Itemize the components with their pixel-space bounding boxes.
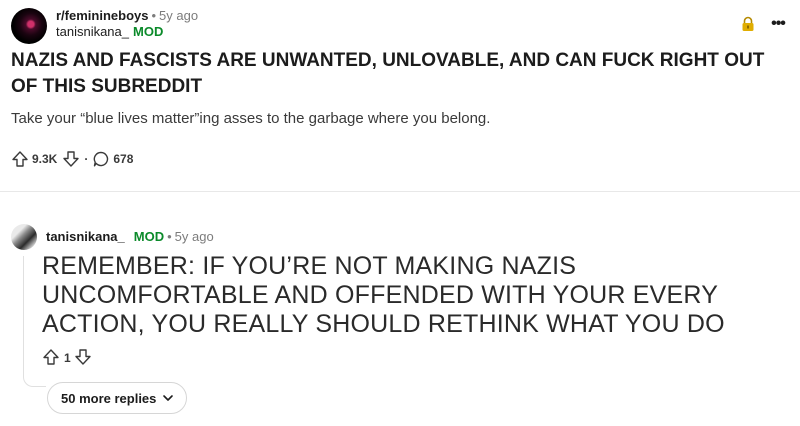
downvote-icon[interactable] [62,150,80,168]
thread-connector [23,370,46,387]
comment: tanisnikana_ MOD • 5y ago REMEMBER: IF YOU’… [0,192,800,426]
post: r/feminineboys • 5y ago tanisnikana_ MOD ••… [0,0,800,192]
lock-icon [742,16,754,31]
post-time: 5y ago [159,8,199,23]
more-options-icon[interactable]: ••• [768,14,788,34]
post-title[interactable]: NAZIS AND FASCISTS ARE UNWANTED, UNLOVAB… [11,48,781,100]
comment-score: 1 [64,351,71,365]
comment-meta: tanisnikana_ MOD • 5y ago [46,229,214,245]
downvote-icon[interactable] [74,348,92,369]
comment-icon[interactable] [92,150,110,168]
subreddit-avatar[interactable] [11,8,47,44]
post-meta: r/feminineboys • 5y ago [56,8,198,24]
mod-badge: MOD [133,24,164,39]
thread-line[interactable] [23,256,24,376]
upvote-icon[interactable] [42,348,60,369]
comment-time: 5y ago [174,229,214,244]
avatar[interactable] [11,224,37,250]
post-author-line: tanisnikana_ MOD [56,24,163,40]
meta-separator: • [151,8,157,23]
mod-badge: MOD [133,229,165,244]
comment-author[interactable]: tanisnikana_ [46,229,125,244]
comment-text: REMEMBER: IF YOU’RE NOT MAKING NAZIS UNC… [42,252,725,338]
post-score: 9.3K [32,152,58,166]
post-body: Take your “blue lives matter”ing asses t… [11,110,491,127]
comment-actions: 1 [42,348,92,368]
post-actions: 9.3K · 678 [11,149,138,169]
more-replies-button[interactable]: 50 more replies [47,382,188,414]
upvote-icon[interactable] [11,150,29,168]
more-replies-label: 50 more replies [61,390,157,406]
meta-separator: • [167,229,172,244]
actions-separator: · [84,152,89,166]
chevron-down-icon [163,395,174,401]
subreddit-name[interactable]: r/feminineboys [56,8,148,23]
post-author[interactable]: tanisnikana_ [56,24,129,39]
comment-count[interactable]: 678 [113,152,133,166]
